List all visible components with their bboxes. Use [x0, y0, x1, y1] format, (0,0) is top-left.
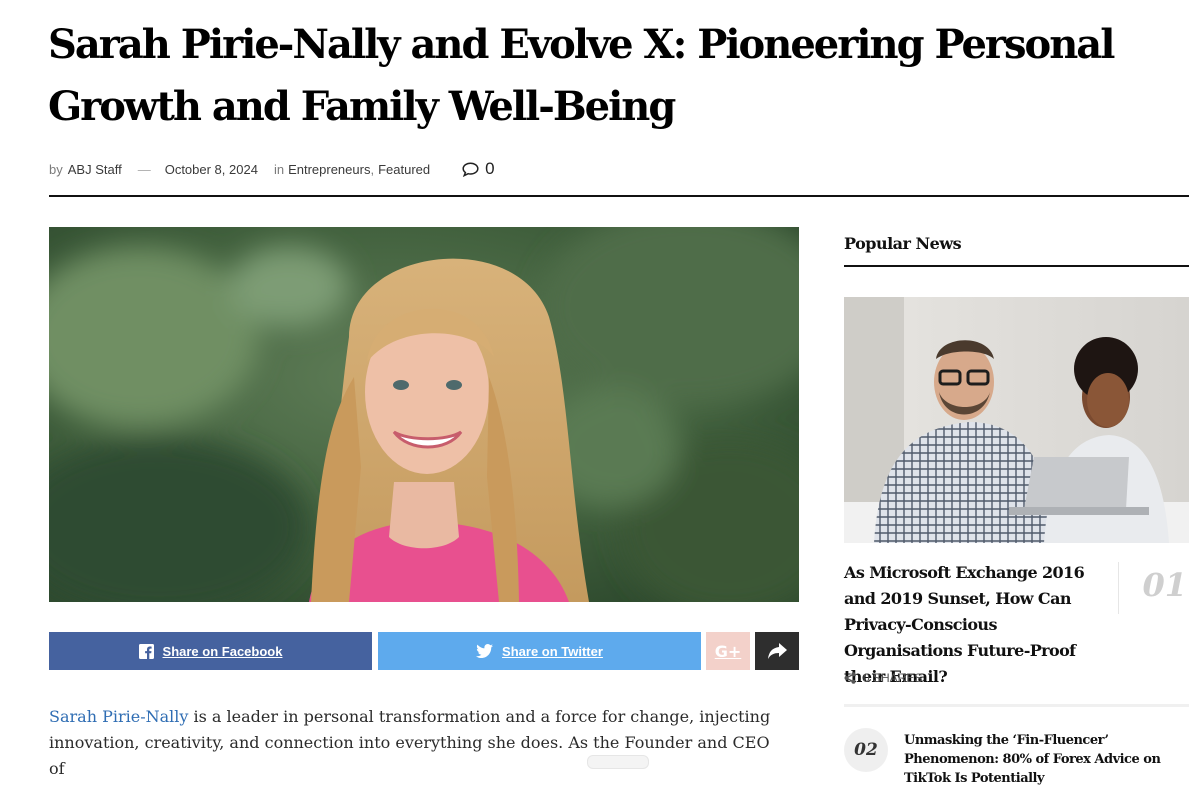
twitter-icon	[476, 644, 494, 658]
by-label: by	[49, 161, 63, 177]
date-link[interactable]: October 8, 2024	[165, 162, 258, 177]
share-nodes-icon	[844, 672, 856, 684]
popular-news-image[interactable]	[844, 297, 1189, 543]
popular-news-number-01: 01	[1142, 566, 1187, 604]
article-meta: by ABJ Staff — October 8, 2024 in Entrep…	[49, 158, 495, 180]
comment-count-link[interactable]: 0	[462, 159, 495, 179]
shares-count: 0 SHARES	[863, 671, 923, 685]
popular-news-number-02: 02	[854, 740, 878, 760]
sidebar-title: Popular News	[844, 234, 962, 253]
sidebar-divider	[844, 265, 1189, 267]
share-twitter-label: Share on Twitter	[502, 643, 603, 659]
popular-news-title-02[interactable]: Unmasking the ‘Fin-Fluencer’ Phenomenon:…	[904, 731, 1194, 788]
article-body-paragraph: Sarah Pirie-Nally is a leader in persona…	[49, 704, 789, 782]
author-link[interactable]: ABJ Staff	[68, 162, 122, 177]
sidebar-item-separator	[844, 704, 1189, 707]
floating-scroll-indicator[interactable]	[587, 755, 649, 769]
share-google-plus-button[interactable]: G+	[706, 632, 750, 670]
share-facebook-button[interactable]: Share on Facebook	[49, 632, 372, 670]
category-link-entrepreneurs[interactable]: Entrepreneurs	[288, 162, 370, 177]
category-separator: ,	[370, 161, 375, 177]
comment-icon	[462, 161, 479, 177]
person-link[interactable]: Sarah Pirie-Nally	[49, 707, 188, 726]
google-plus-icon: G+	[714, 641, 742, 661]
facebook-icon	[138, 643, 154, 659]
comment-count: 0	[485, 159, 495, 178]
popular-news-shares: 0 SHARES	[844, 671, 922, 685]
in-label: in	[273, 161, 285, 177]
meta-separator: —	[137, 161, 151, 177]
share-twitter-button[interactable]: Share on Twitter	[378, 632, 701, 670]
category-link-featured[interactable]: Featured	[378, 162, 430, 177]
article-title: Sarah Pirie-Nally and Evolve X: Pioneeri…	[48, 21, 1115, 130]
share-arrow-icon	[767, 643, 787, 659]
popular-news-number-wrapper: 01	[1118, 562, 1190, 614]
share-more-button[interactable]	[755, 632, 799, 670]
header-divider	[49, 195, 1189, 197]
article-featured-image	[49, 227, 799, 602]
share-facebook-label: Share on Facebook	[162, 643, 283, 659]
